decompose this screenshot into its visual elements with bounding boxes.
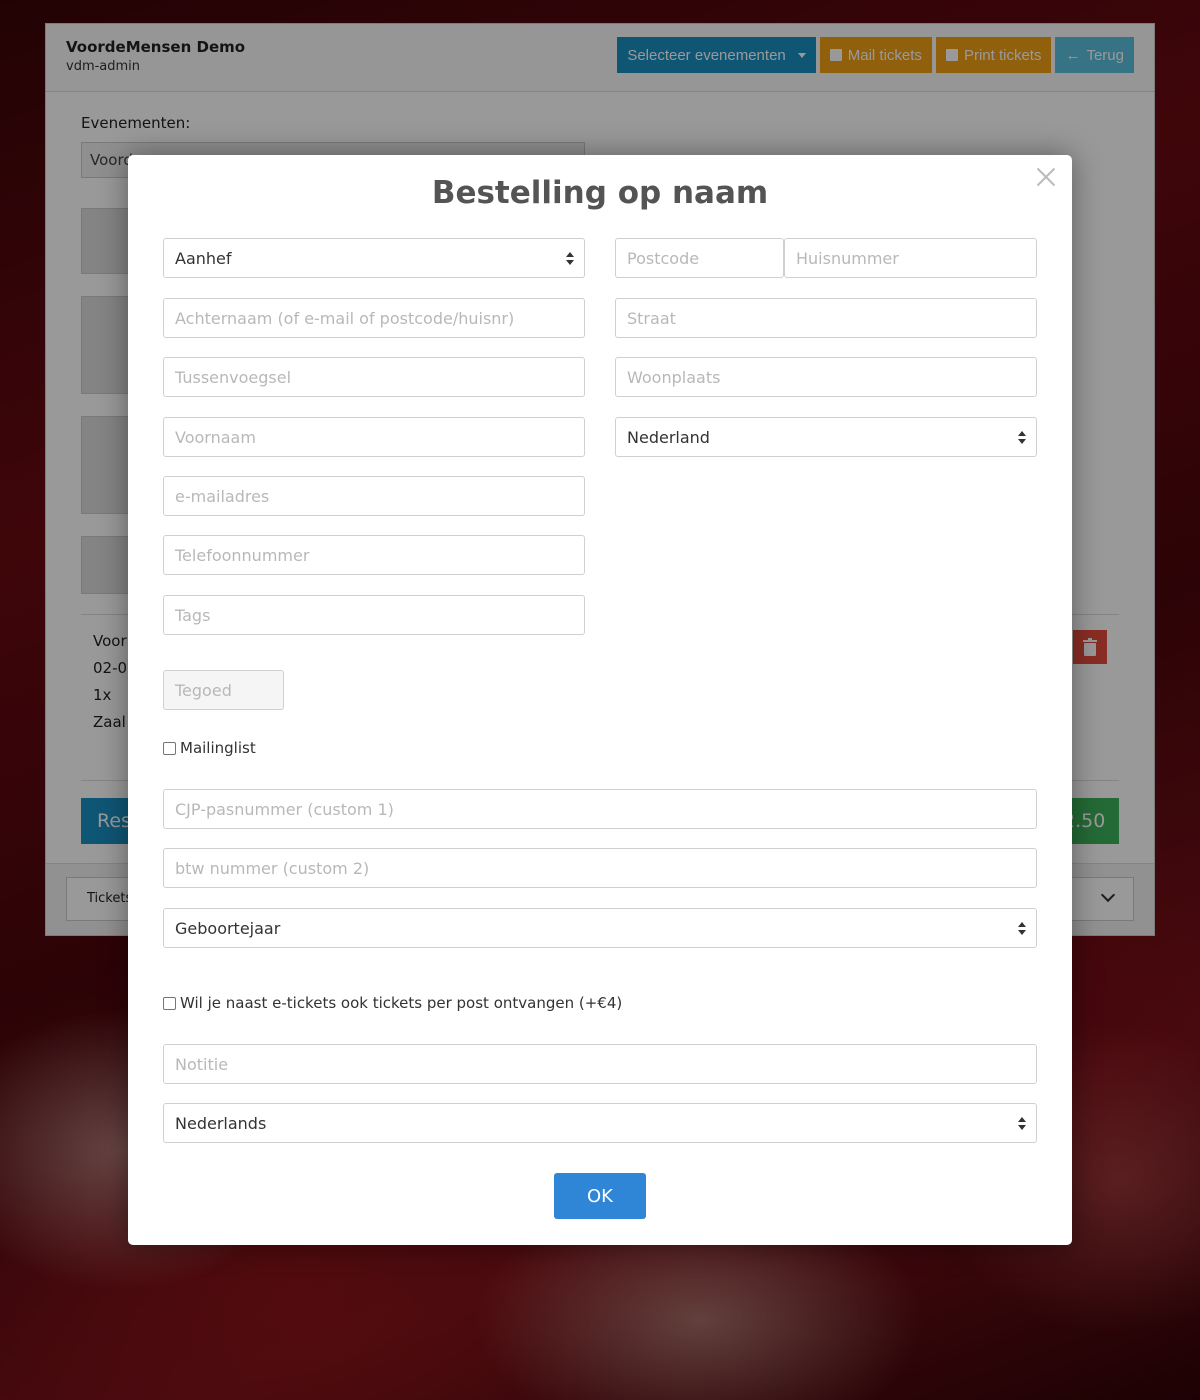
email-input[interactable]: e-mailadres (163, 476, 585, 516)
housenumber-input[interactable]: Huisnummer (784, 238, 1037, 278)
tags-input[interactable]: Tags (163, 595, 585, 635)
ok-button[interactable]: OK (554, 1173, 646, 1219)
birthyear-select[interactable]: Geboortejaar (163, 908, 1037, 948)
postcode-input[interactable]: Postcode (615, 238, 784, 278)
select-arrows-icon (1018, 922, 1026, 936)
mailinglist-label: Mailinglist (180, 739, 256, 757)
country-select[interactable]: Nederland (615, 417, 1037, 457)
mailinglist-checkbox[interactable] (163, 741, 176, 755)
post-tickets-row: Wil je naast e-tickets ook tickets per p… (163, 994, 622, 1012)
select-arrows-icon (1018, 1117, 1026, 1131)
order-modal: Bestelling op naam Aanhef Achternaam (of… (128, 155, 1072, 1245)
select-arrows-icon (566, 252, 574, 266)
note-input[interactable]: Notitie (163, 1044, 1037, 1084)
modal-title: Bestelling op naam (431, 175, 769, 211)
salutation-value: Aanhef (175, 248, 232, 268)
city-input[interactable]: Woonplaats (615, 357, 1037, 397)
infix-input[interactable]: Tussenvoegsel (163, 357, 585, 397)
custom2-input[interactable]: btw nummer (custom 2) (163, 848, 1037, 888)
salutation-select[interactable]: Aanhef (163, 238, 585, 278)
close-icon[interactable] (1034, 165, 1058, 189)
country-value: Nederland (627, 427, 710, 447)
credit-input: Tegoed (163, 670, 284, 710)
mailinglist-row: Mailinglist (163, 739, 256, 757)
firstname-input[interactable]: Voornaam (163, 417, 585, 457)
street-input[interactable]: Straat (615, 298, 1037, 338)
custom1-input[interactable]: CJP-pasnummer (custom 1) (163, 789, 1037, 829)
select-arrows-icon (1018, 431, 1026, 445)
post-tickets-checkbox[interactable] (163, 996, 176, 1010)
lastname-input[interactable]: Achternaam (of e-mail of postcode/huisnr… (163, 298, 585, 338)
phone-input[interactable]: Telefoonnummer (163, 535, 585, 575)
language-value: Nederlands (175, 1113, 267, 1133)
post-tickets-label: Wil je naast e-tickets ook tickets per p… (180, 994, 623, 1012)
birthyear-value: Geboortejaar (175, 918, 281, 938)
language-select[interactable]: Nederlands (163, 1103, 1037, 1143)
